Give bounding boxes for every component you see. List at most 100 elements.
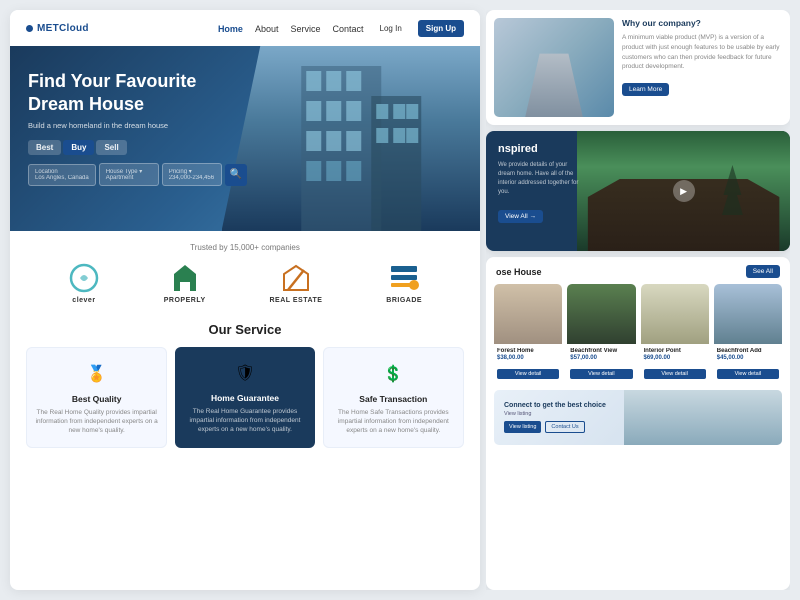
view-listing-button[interactable]: View listing <box>504 421 541 433</box>
inspired-text: We provide details of your dream home. H… <box>498 161 580 197</box>
hero-search: Location Los Angles, Canada House Type ▾… <box>28 163 247 186</box>
location-sub: Los Angles, Canada <box>35 175 89 181</box>
why-building-image <box>494 18 614 117</box>
house-card-4: Beachfront Add $45,00.00 View detail <box>714 284 782 384</box>
house-card-2: Beachfront View $57,00.00 View detail <box>567 284 635 384</box>
guarantee-icon: 🛡 <box>231 359 259 387</box>
hero-section: Find Your Favourite Dream House Build a … <box>10 46 480 231</box>
trusted-label: Trusted by 15,000+ companies <box>26 243 464 252</box>
guarantee-desc: The Real Home Guarantee provides imparti… <box>183 407 306 434</box>
inspired-content: nspired We provide details of your dream… <box>486 131 592 235</box>
house-info-3: Interior Point $69,00.00 View detail <box>641 344 709 384</box>
brand-realestate: REAL ESTATE <box>269 262 322 304</box>
see-all-button[interactable]: See All <box>746 265 780 278</box>
house-card-1: Forest Home $38,00.00 View detail <box>494 284 562 384</box>
inspired-section: nspired We provide details of your dream… <box>486 131 790 251</box>
navbar: METCloud Home About Service Contact Log … <box>10 10 480 46</box>
tab-buy[interactable]: Buy <box>63 140 94 155</box>
hero-content: Find Your Favourite Dream House Build a … <box>28 70 247 186</box>
signup-button[interactable]: Sign Up <box>418 20 464 37</box>
guarantee-title: Home Guarantee <box>183 393 306 403</box>
quality-icon: 🏅 <box>83 360 111 388</box>
properly-logo-icon <box>169 262 201 294</box>
quality-title: Best Quality <box>35 394 158 404</box>
choose-section: ose House See All Forest Home $38,00.00 … <box>486 257 790 590</box>
interior-text: Connect to get the best choice View list… <box>494 394 616 441</box>
house-detail-btn-1[interactable]: View detail <box>497 369 559 379</box>
services-grid: 🏅 Best Quality The Real Home Quality pro… <box>26 347 464 448</box>
house-type-sub: Apartment <box>106 175 152 181</box>
transaction-desc: The Home Safe Transactions provides impa… <box>332 408 455 435</box>
house-price-2: $57,00.00 <box>570 355 632 361</box>
service-transaction: 💲 Safe Transaction The Home Safe Transac… <box>323 347 464 448</box>
house-cards-row: Forest Home $38,00.00 View detail Beachf… <box>486 284 790 390</box>
brand-brigade-name: BRIGADE <box>386 297 422 304</box>
interior-image <box>624 390 782 445</box>
house-type-dropdown[interactable]: House Type ▾ Apartment <box>99 163 159 186</box>
house-name-4: Beachfront Add <box>717 348 779 354</box>
interior-section: Connect to get the best choice View list… <box>486 390 790 451</box>
tab-sell[interactable]: Sell <box>96 140 126 155</box>
search-button[interactable]: 🔍 <box>225 164 247 186</box>
choose-title: ose House <box>496 267 542 277</box>
house-image-3 <box>641 284 709 344</box>
nav-home[interactable]: Home <box>218 24 243 34</box>
hero-subtitle: Build a new homeland in the dream house <box>28 121 208 130</box>
logo: METCloud <box>26 23 89 34</box>
inspired-title: nspired <box>498 143 580 155</box>
interior-buttons: View listing Contact Us <box>504 421 606 433</box>
nav-service[interactable]: Service <box>290 24 320 34</box>
brand-clever-name: clever <box>72 297 95 304</box>
house-silhouette <box>577 161 790 251</box>
view-all-button[interactable]: View All → <box>498 210 543 223</box>
nav-contact[interactable]: Contact <box>333 24 364 34</box>
house-detail-btn-4[interactable]: View detail <box>717 369 779 379</box>
realestate-logo-icon <box>280 262 312 294</box>
services-section: Our Service 🏅 Best Quality The Real Home… <box>10 312 480 458</box>
logo-dot <box>26 25 33 32</box>
clever-logo-icon <box>68 262 100 294</box>
login-button[interactable]: Log In <box>380 24 402 33</box>
interior-card: Connect to get the best choice View list… <box>494 390 782 445</box>
house-image-1 <box>494 284 562 344</box>
hero-tabs: Best Buy Sell <box>28 140 247 155</box>
house-price-3: $69,00.00 <box>644 355 706 361</box>
quality-desc: The Real Home Quality provides impartial… <box>35 408 158 435</box>
house-info-2: Beachfront View $57,00.00 View detail <box>567 344 635 384</box>
house-price-1: $38,00.00 <box>497 355 559 361</box>
contact-us-button[interactable]: Contact Us <box>545 421 584 433</box>
why-section: Why our company? A minimum viable produc… <box>486 10 790 125</box>
interior-title: Connect to get the best choice <box>504 402 606 409</box>
logo-text: METCloud <box>37 23 89 34</box>
why-title: Why our company? <box>622 18 782 28</box>
house-detail-btn-2[interactable]: View detail <box>570 369 632 379</box>
house-image-2 <box>567 284 635 344</box>
nav-about[interactable]: About <box>255 24 279 34</box>
inspired-image: ▶ <box>577 131 790 251</box>
hero-title: Find Your Favourite Dream House <box>28 70 228 115</box>
service-quality: 🏅 Best Quality The Real Home Quality pro… <box>26 347 167 448</box>
learn-more-button[interactable]: Learn More <box>622 83 669 96</box>
why-content: Why our company? A minimum viable produc… <box>622 18 782 117</box>
interior-subtitle: View listing <box>504 411 606 417</box>
house-name-3: Interior Point <box>644 348 706 354</box>
brigade-logo-icon <box>388 262 420 294</box>
house-detail-btn-3[interactable]: View detail <box>644 369 706 379</box>
brand-properly: PROPERLY <box>164 262 206 304</box>
why-text: A minimum viable product (MVP) is a vers… <box>622 33 782 72</box>
house-name-1: Forest Home <box>497 348 559 354</box>
location-dropdown[interactable]: Location Los Angles, Canada <box>28 164 96 186</box>
service-guarantee: 🛡 Home Guarantee The Real Home Guarantee… <box>175 347 314 448</box>
pricing-sub: 234,000-234,456 <box>169 175 215 181</box>
pricing-dropdown[interactable]: Pricing ▾ 234,000-234,456 <box>162 163 222 186</box>
trusted-section: Trusted by 15,000+ companies clever <box>10 231 480 312</box>
play-button[interactable]: ▶ <box>673 180 695 202</box>
brand-realestate-name: REAL ESTATE <box>269 297 322 304</box>
house-info-4: Beachfront Add $45,00.00 View detail <box>714 344 782 384</box>
pricing-label: Pricing ▾ <box>169 168 215 175</box>
building-shape <box>518 38 590 117</box>
house-price-4: $45,00.00 <box>717 355 779 361</box>
transaction-title: Safe Transaction <box>332 394 455 404</box>
brand-properly-name: PROPERLY <box>164 297 206 304</box>
tab-best[interactable]: Best <box>28 140 61 155</box>
